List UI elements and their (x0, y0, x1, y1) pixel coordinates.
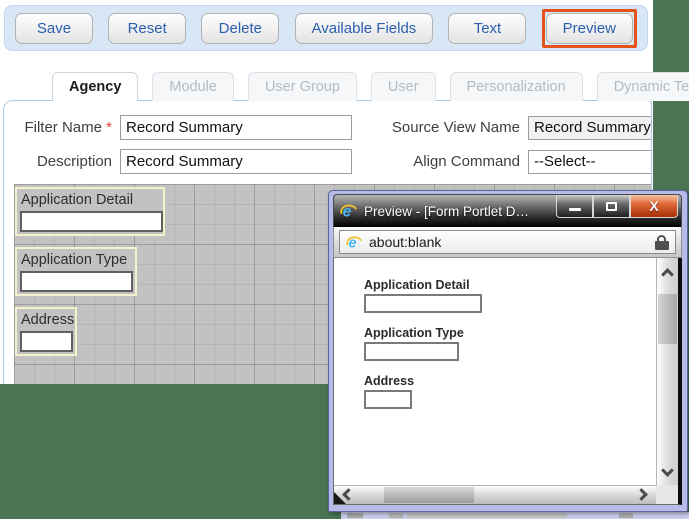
popup-viewport: Application Detail Application Type Addr… (333, 258, 682, 505)
source-view-name-select[interactable]: Record Summary (528, 116, 652, 140)
preview-field-application-type: Application Type (364, 326, 678, 361)
required-asterisk: * (106, 119, 112, 136)
save-button[interactable]: Save (15, 13, 93, 44)
internet-explorer-icon: e (346, 234, 363, 251)
text-button[interactable]: Text (448, 13, 526, 44)
address-field[interactable]: e about:blank (339, 230, 676, 254)
available-fields-button[interactable]: Available Fields (295, 13, 434, 44)
maximize-icon (606, 202, 617, 211)
description-input[interactable] (120, 149, 352, 174)
preview-field-input[interactable] (364, 294, 482, 313)
preview-field-input[interactable] (364, 390, 412, 409)
horizontal-scrollbar[interactable] (334, 485, 656, 504)
reset-button[interactable]: Reset (108, 13, 186, 44)
widget-input[interactable] (20, 211, 163, 232)
widget-label: Address (20, 311, 72, 331)
address-url: about:blank (369, 234, 655, 250)
tab-dynamic-text[interactable]: Dynamic Text (597, 72, 689, 101)
widget-label: Application Detail (20, 191, 160, 211)
popup-titlebar[interactable]: e Preview - [Form Portlet D… X (333, 194, 682, 227)
window-controls: X (556, 195, 678, 218)
filter-form: Filter Name * Source View Name Record Su… (4, 115, 652, 174)
internet-explorer-icon: e (340, 202, 358, 220)
horizontal-scroll-thumb[interactable] (384, 487, 474, 503)
minimize-icon (569, 208, 581, 211)
toolbar: Save Reset Delete Available Fields Text … (4, 5, 648, 51)
scroll-right-icon[interactable] (635, 488, 648, 501)
close-icon: X (649, 198, 658, 214)
filter-name-label: Filter Name * (4, 119, 112, 136)
widget-input[interactable] (20, 331, 73, 352)
tab-module[interactable]: Module (152, 72, 234, 101)
background-window-edge (341, 512, 689, 519)
scrollbar-corner (656, 485, 678, 504)
widget-input[interactable] (20, 271, 133, 292)
desktop: { "toolbar": { "save": "Save", "reset": … (0, 0, 689, 519)
tab-agency[interactable]: Agency (52, 72, 138, 101)
align-command-label: Align Command (360, 153, 520, 170)
filter-name-input[interactable] (120, 115, 352, 140)
scroll-up-icon[interactable] (661, 268, 674, 281)
preview-field-input[interactable] (364, 342, 459, 361)
filter-name-label-text: Filter Name (24, 119, 102, 136)
widget-label: Application Type (20, 251, 132, 271)
close-button[interactable]: X (630, 195, 678, 218)
preview-field-application-detail: Application Detail (364, 278, 678, 313)
maximize-button[interactable] (593, 195, 630, 218)
preview-highlight-outline: Preview (542, 9, 637, 48)
canvas-widget-address[interactable]: Address (15, 307, 77, 356)
minimize-button[interactable] (556, 195, 593, 218)
preview-field-label: Application Detail (364, 278, 678, 292)
preview-form: Application Detail Application Type Addr… (334, 258, 678, 409)
preview-field-label: Address (364, 374, 678, 388)
vertical-scroll-thumb[interactable] (658, 294, 677, 344)
delete-button[interactable]: Delete (201, 13, 279, 44)
source-view-name-label: Source View Name (360, 119, 520, 136)
scroll-down-icon[interactable] (661, 464, 674, 477)
canvas-widget-application-type[interactable]: Application Type (15, 247, 137, 296)
align-command-select[interactable]: --Select-- (528, 150, 652, 174)
description-label: Description (4, 153, 112, 170)
vertical-scrollbar[interactable] (656, 258, 678, 485)
tab-personalization[interactable]: Personalization (450, 72, 583, 101)
tab-user-group[interactable]: User Group (248, 72, 357, 101)
popup-addressbar: e about:blank (333, 227, 682, 258)
preview-popup-window: e Preview - [Form Portlet D… X e about:b… (328, 190, 688, 512)
tab-strip: Agency Module User Group User Personaliz… (0, 71, 653, 101)
preview-button[interactable]: Preview (546, 13, 633, 44)
lock-icon (655, 235, 669, 250)
preview-field-label: Application Type (364, 326, 678, 340)
tab-user[interactable]: User (371, 72, 436, 101)
canvas-widget-application-detail[interactable]: Application Detail (15, 187, 165, 236)
preview-field-address: Address (364, 374, 678, 409)
